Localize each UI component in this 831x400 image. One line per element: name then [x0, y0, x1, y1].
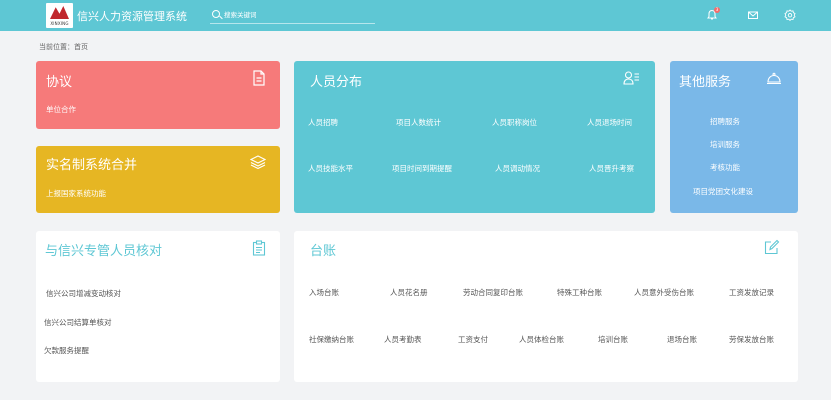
personnel-card: 人员分布 人员招聘 项目人数统计 人员职称岗位 人员退场时间 人员技能水平 项目… [294, 61, 655, 213]
search-input[interactable] [224, 8, 374, 22]
verify-card: 与信兴专管人员核对 信兴公司增减变动核对 信兴公司结算单核对 欠款服务提醒 [36, 231, 280, 382]
verify-title: 与信兴专管人员核对 [45, 244, 163, 259]
personnel-link[interactable]: 人员技能水平 [308, 163, 353, 174]
gear-icon[interactable] [784, 9, 796, 21]
service-bell-icon [767, 72, 781, 85]
ledger-card: 台账 入场台账 人员花名册 劳动合同复印台账 特殊工种台账 人员意外受伤台账 工… [294, 231, 798, 382]
ledger-link[interactable]: 工资支付 [458, 334, 488, 345]
realname-link[interactable]: 上报国家系统功能 [46, 188, 106, 199]
other-services-card: 其他服务 招聘服务 培训服务 考核功能 项目党团文化建设 [670, 61, 798, 213]
realname-title: 实名制系统合并 [46, 158, 138, 173]
agreement-title: 协议 [46, 75, 73, 90]
ledger-link[interactable]: 特殊工种台账 [557, 287, 602, 298]
breadcrumb: 当前位置：首页 [39, 43, 88, 51]
ledger-link[interactable]: 人员意外受伤台账 [634, 287, 694, 298]
ledger-link[interactable]: 工资发放记录 [729, 287, 774, 298]
clipboard-icon [252, 240, 266, 256]
logo-mark-icon [50, 6, 69, 19]
verify-link[interactable]: 信兴公司增减变动核对 [46, 288, 121, 299]
personnel-link[interactable]: 人员调动情况 [495, 163, 540, 174]
ledger-link[interactable]: 劳保发放台账 [729, 334, 774, 345]
other-services-link[interactable]: 招聘服务 [710, 116, 740, 127]
personnel-link[interactable]: 项目人数统计 [396, 117, 441, 128]
agreement-card: 协议 单位合作 [36, 61, 280, 129]
personnel-link[interactable]: 人员退场时间 [587, 117, 632, 128]
ledger-link[interactable]: 退场台账 [667, 334, 697, 345]
layers-icon [250, 155, 266, 169]
ledger-title: 台账 [310, 244, 337, 259]
realname-card: 实名制系统合并 上报国家系统功能 [36, 146, 280, 213]
ledger-link[interactable]: 人员体检台账 [519, 334, 564, 345]
ledger-link[interactable]: 入场台账 [309, 287, 339, 298]
personnel-title: 人员分布 [310, 75, 363, 90]
other-services-link[interactable]: 项目党团文化建设 [693, 186, 753, 197]
top-bar: XINXING 信兴人力资源管理系统 3 [0, 0, 831, 31]
verify-link[interactable]: 欠款服务提醒 [44, 345, 89, 356]
other-services-link[interactable]: 培训服务 [710, 139, 740, 150]
user-list-icon [623, 71, 639, 85]
personnel-link[interactable]: 人员职称岗位 [492, 117, 537, 128]
verify-link[interactable]: 信兴公司结算单核对 [44, 317, 112, 328]
ledger-link[interactable]: 劳动合同复印台账 [463, 287, 523, 298]
ledger-link[interactable]: 人员花名册 [390, 287, 428, 298]
agreement-link[interactable]: 单位合作 [46, 104, 76, 115]
company-logo[interactable]: XINXING [46, 3, 73, 28]
personnel-link[interactable]: 项目时间到期提醒 [392, 163, 452, 174]
other-services-title: 其他服务 [679, 75, 732, 90]
document-icon [253, 70, 265, 86]
search-icon [212, 10, 220, 18]
edit-icon[interactable] [764, 239, 780, 255]
ledger-link[interactable]: 人员考勤表 [384, 334, 422, 345]
ledger-link[interactable]: 社保缴纳台账 [309, 334, 354, 345]
other-services-link[interactable]: 考核功能 [710, 162, 740, 173]
app-title: 信兴人力资源管理系统 [77, 10, 187, 23]
logo-text: XINXING [50, 21, 69, 26]
mail-icon[interactable] [747, 9, 759, 21]
search-box[interactable] [210, 7, 375, 24]
ledger-link[interactable]: 培训台账 [598, 334, 628, 345]
personnel-link[interactable]: 人员晋升考察 [589, 163, 634, 174]
personnel-link[interactable]: 人员招聘 [308, 117, 338, 128]
notification-badge: 3 [714, 7, 720, 13]
